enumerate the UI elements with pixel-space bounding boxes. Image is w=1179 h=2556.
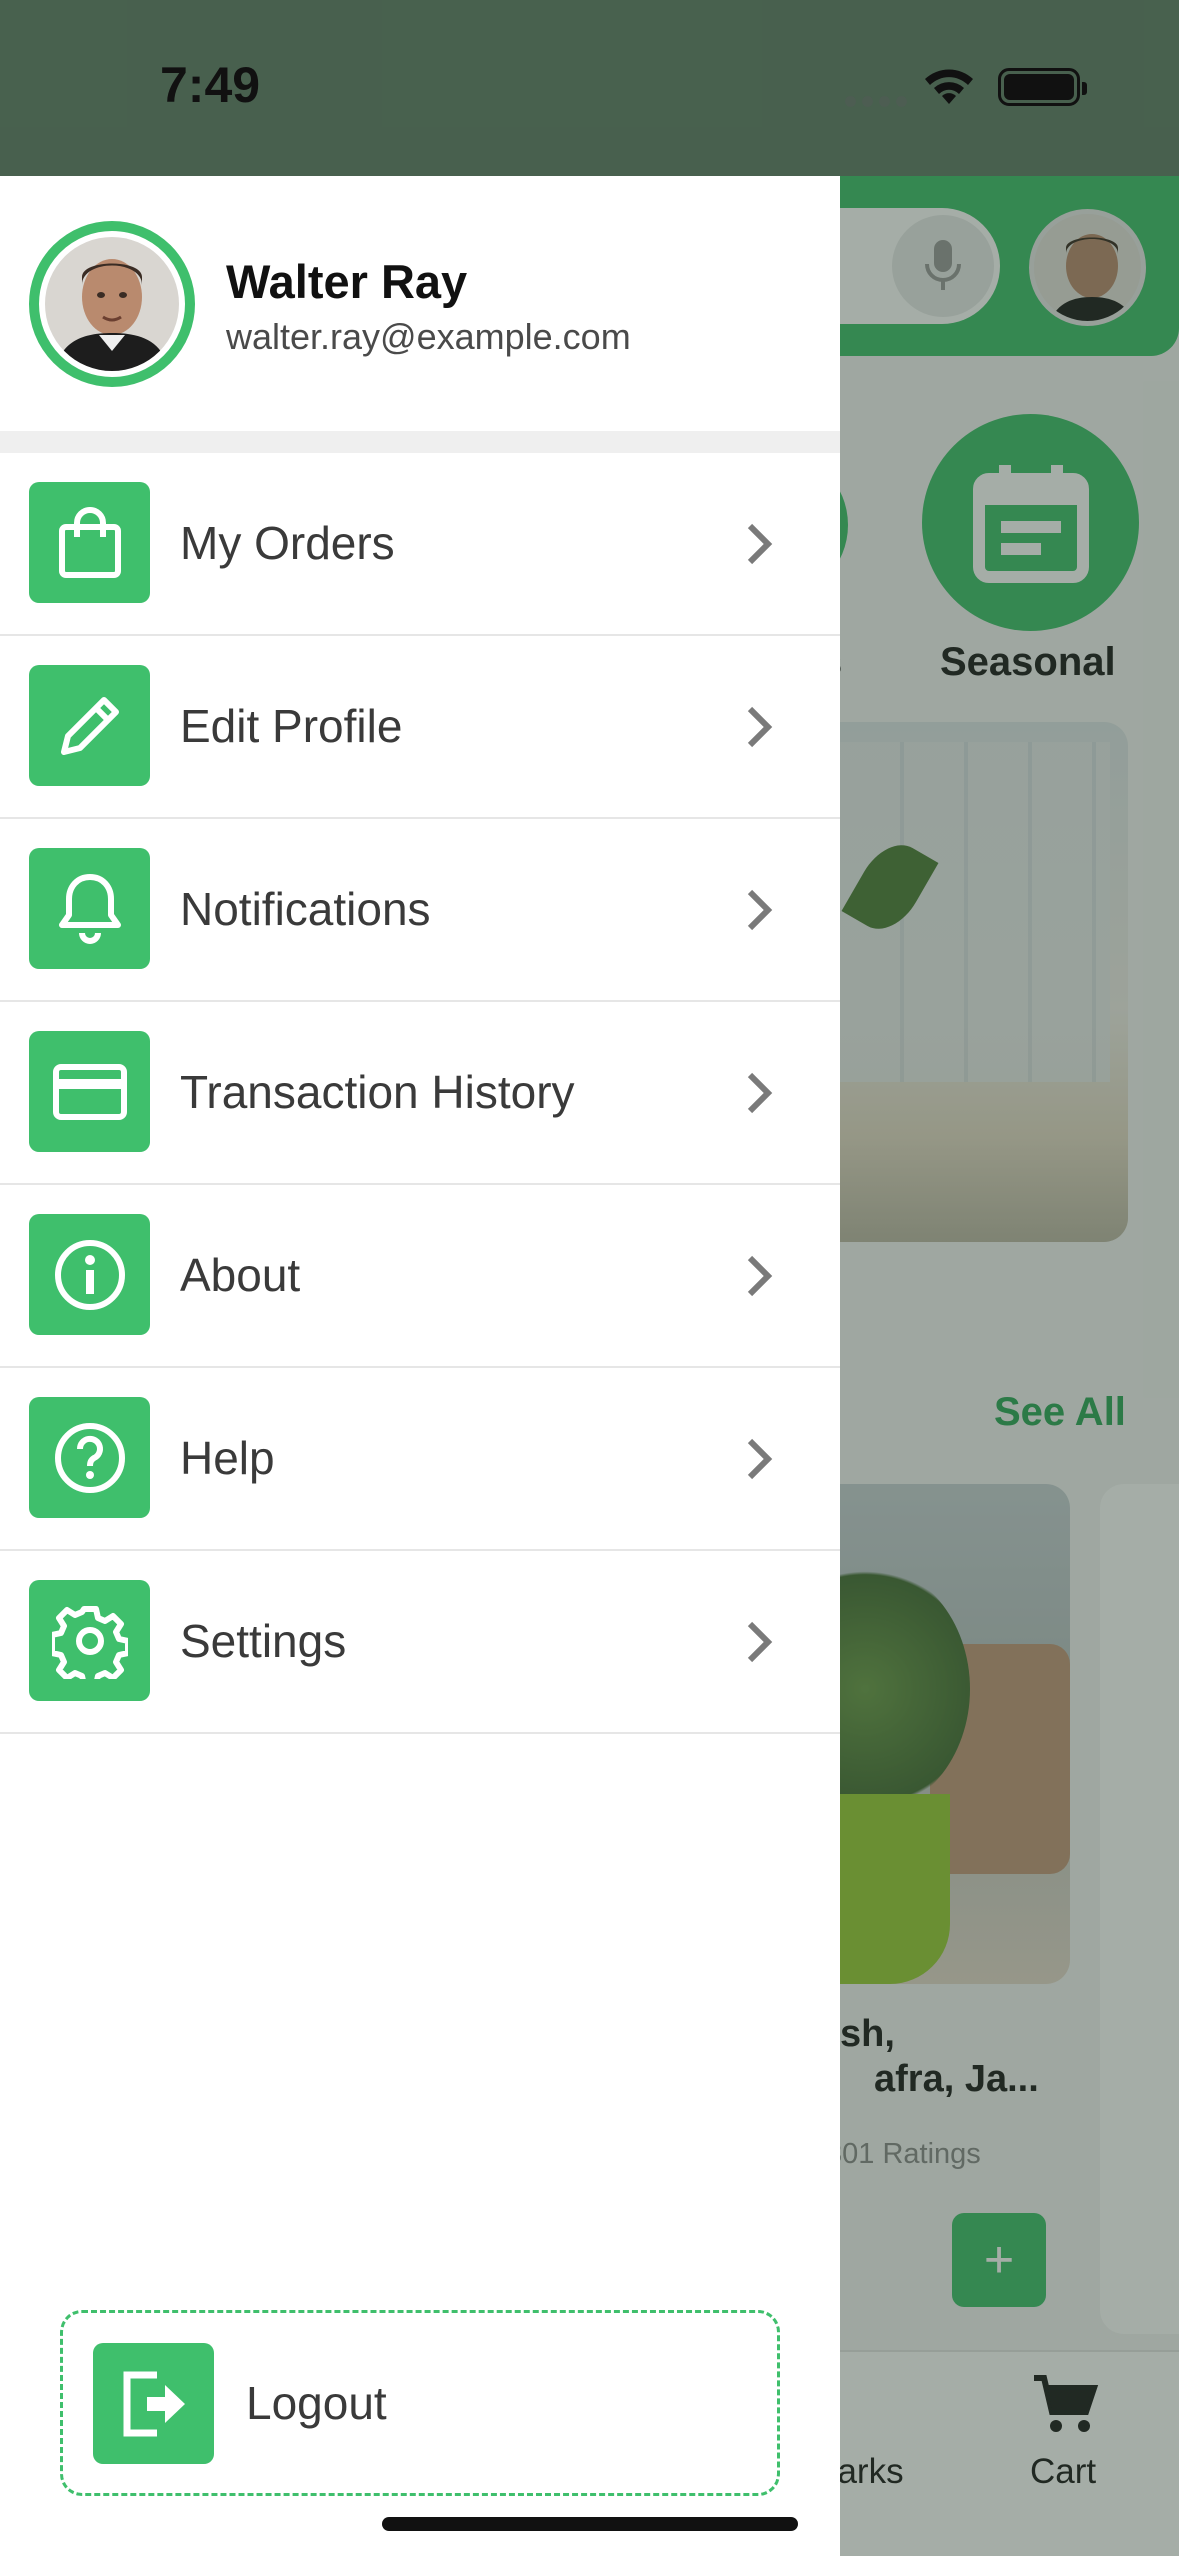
menu-item-label: My Orders xyxy=(180,517,395,569)
gear-icon xyxy=(29,1580,150,1701)
menu-item-label: Transaction History xyxy=(180,1066,575,1118)
help-icon xyxy=(29,1397,150,1518)
cellular-signal-icon xyxy=(845,96,907,107)
logout-icon xyxy=(93,2343,214,2464)
menu-item-help[interactable]: Help xyxy=(0,1368,840,1551)
chevron-right-icon xyxy=(746,888,774,937)
status-bar: 7:49 xyxy=(0,0,1179,176)
profile-email: walter.ray@example.com xyxy=(226,316,631,357)
menu-item-label: Settings xyxy=(180,1615,347,1667)
menu-item-my-orders[interactable]: My Orders xyxy=(0,453,840,636)
shopping-bag-icon xyxy=(29,482,150,603)
chevron-right-icon xyxy=(746,1071,774,1120)
chevron-right-icon xyxy=(746,705,774,754)
info-icon xyxy=(29,1214,150,1335)
logout-button[interactable]: Logout xyxy=(60,2310,780,2496)
wifi-icon xyxy=(922,66,976,111)
battery-icon xyxy=(998,68,1087,106)
status-time: 7:49 xyxy=(160,57,261,113)
menu-item-settings[interactable]: Settings xyxy=(0,1551,840,1734)
menu-item-edit-profile[interactable]: Edit Profile xyxy=(0,636,840,819)
profile-avatar xyxy=(29,221,195,387)
home-indicator[interactable] xyxy=(382,2517,798,2531)
menu-item-label: About xyxy=(180,1249,301,1301)
section-divider xyxy=(0,431,840,453)
credit-card-icon xyxy=(29,1031,150,1152)
profile-header[interactable]: Walter Ray walter.ray@example.com xyxy=(0,176,840,431)
chevron-right-icon xyxy=(746,1437,774,1486)
menu-item-transaction-history[interactable]: Transaction History xyxy=(0,1002,840,1185)
bell-icon xyxy=(29,848,150,969)
menu-item-notifications[interactable]: Notifications xyxy=(0,819,840,1002)
profile-name: Walter Ray xyxy=(226,255,468,308)
menu-item-label: Help xyxy=(180,1432,275,1484)
chevron-right-icon xyxy=(746,522,774,571)
menu-item-label: Notifications xyxy=(180,883,431,935)
chevron-right-icon xyxy=(746,1620,774,1669)
chevron-right-icon xyxy=(746,1254,774,1303)
menu-item-about[interactable]: About xyxy=(0,1185,840,1368)
drawer-menu: My Orders Edit Profile Notifications Tra… xyxy=(0,453,840,1734)
navigation-drawer: Walter Ray walter.ray@example.com My Ord… xyxy=(0,176,840,2556)
logout-label: Logout xyxy=(246,2377,387,2429)
pencil-icon xyxy=(29,665,150,786)
menu-item-label: Edit Profile xyxy=(180,700,403,752)
